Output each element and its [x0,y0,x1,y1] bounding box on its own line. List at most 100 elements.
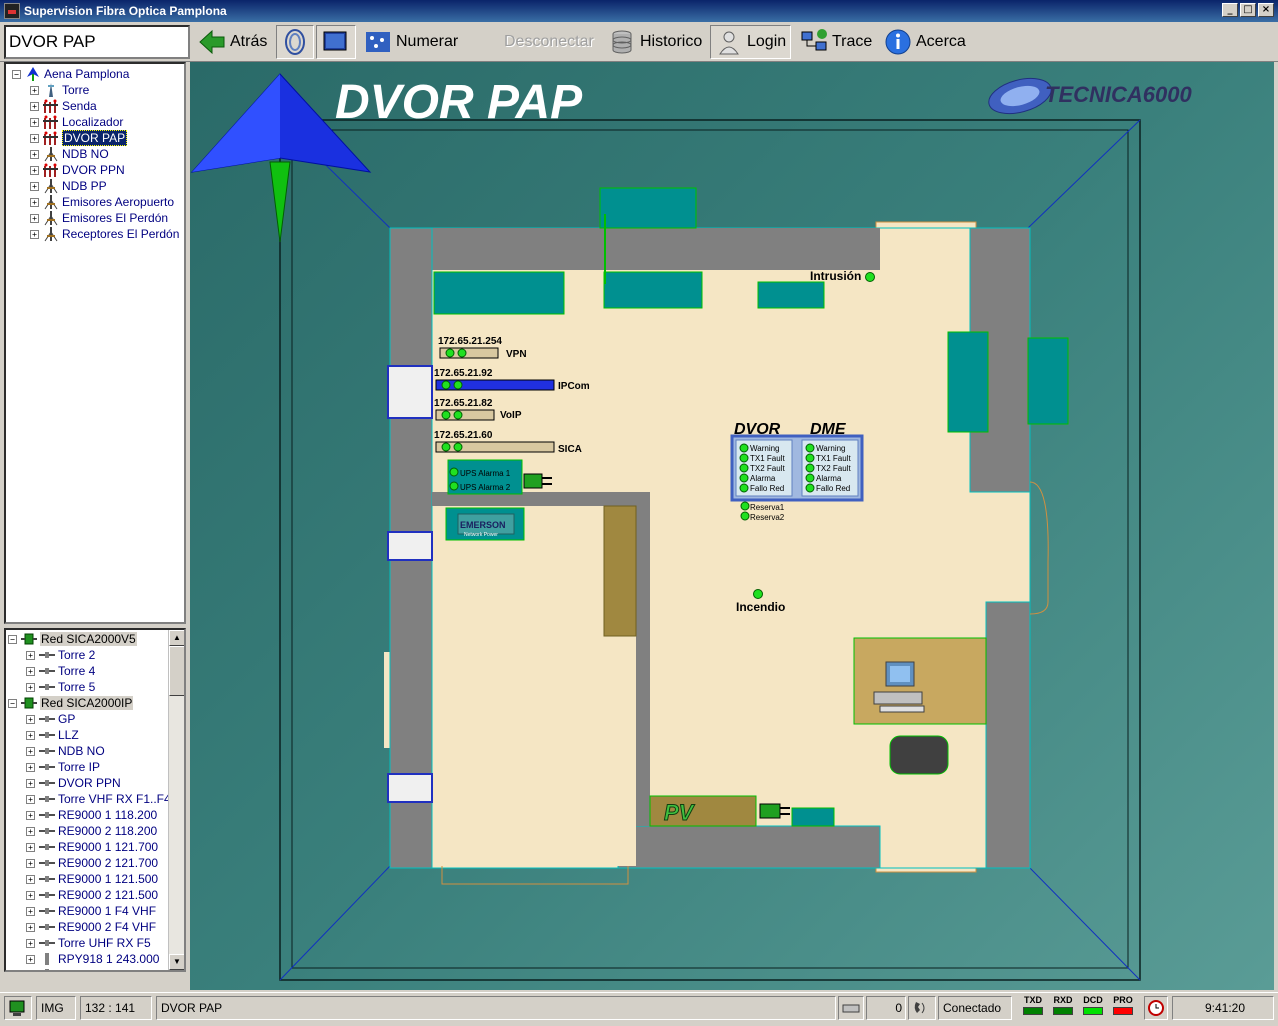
network-icon [21,697,37,709]
expand-icon[interactable]: + [30,229,39,239]
network-node[interactable]: + RE9000 2 121.500 [26,887,158,903]
expand-icon[interactable]: + [26,858,35,868]
expand-icon[interactable]: + [30,133,39,143]
expand-icon[interactable]: + [26,794,35,804]
expand-icon[interactable]: + [26,954,35,964]
network-node[interactable]: + RE9000 2 118.200 [26,823,157,839]
expand-icon[interactable]: + [26,730,35,740]
expand-icon[interactable]: + [30,117,39,127]
network-node[interactable]: + RE9000 1 121.700 [26,839,158,855]
reserva-1: Reserva1 [750,503,785,512]
login-button[interactable]: Login [710,25,792,59]
trace-button[interactable]: Trace [796,25,876,59]
acerca-button[interactable]: Acerca [880,25,970,59]
expand-icon[interactable]: + [30,181,39,191]
numerar-button[interactable]: Numerar [360,25,462,59]
expand-icon[interactable]: + [30,101,39,111]
intrusion-led[interactable] [865,272,875,282]
network-node[interactable]: + RE9000 2 F4 VHF [26,919,156,935]
link-node-icon [39,764,55,770]
location-field[interactable]: DVOR PAP [4,25,190,59]
tree-item[interactable]: + DVOR PAP [30,130,128,146]
expand-icon[interactable]: + [26,874,35,884]
expand-icon[interactable]: + [30,149,39,159]
database-icon [612,30,632,54]
expand-icon[interactable]: + [26,714,35,724]
expand-icon[interactable]: + [26,810,35,820]
network-node[interactable]: + Torre 5 [26,679,95,695]
trace-label: Trace [832,33,873,50]
scroll-thumb[interactable] [169,646,184,696]
tree-item[interactable]: + Emisores Aeropuerto [30,194,174,210]
tree-item[interactable]: + NDB PP [30,178,107,194]
tree-root[interactable]: − Aena Pamplona [12,66,129,82]
expand-icon[interactable]: + [30,165,39,175]
window-title: Supervision Fibra Optica Pamplona [24,4,227,18]
network-node[interactable]: + LLZ [26,727,79,743]
network-node[interactable]: + Torre VHF RX F1..F4 [26,791,171,807]
expand-icon[interactable]: + [26,778,35,788]
tree-item[interactable]: + Senda [30,98,97,114]
network-tree-scrollbar[interactable]: ▲ ▼ [168,630,184,970]
link-button[interactable] [276,25,314,59]
network-node[interactable]: + NDB NO [26,743,105,759]
expand-icon[interactable]: + [26,826,35,836]
expand-icon[interactable]: + [26,682,35,692]
network-node[interactable]: + RE9000 1 118.200 [26,807,157,823]
incendio-led[interactable] [753,589,763,599]
network-node[interactable]: + RPY918 1 243.000 [26,951,159,967]
close-button[interactable]: × [1258,3,1274,17]
expand-icon[interactable]: + [26,906,35,916]
expand-icon[interactable]: + [30,85,39,95]
network-node-label: RE9000 2 121.500 [58,888,159,902]
expand-icon[interactable]: + [26,746,35,756]
collapse-icon[interactable]: − [8,698,17,708]
network-map-icon [366,32,390,52]
expand-icon[interactable]: + [30,213,39,223]
network-node[interactable]: + Torre IP [26,759,100,775]
expand-icon[interactable]: + [30,197,39,207]
desconectar-button[interactable]: Desconectar [500,25,598,59]
network-node[interactable]: + Torre 2 [26,647,95,663]
network-node[interactable]: + RE9000 1 121.500 [26,871,158,887]
network-node[interactable]: + RPY918 2 243.000 [26,967,159,973]
network-node[interactable]: + RE9000 2 121.700 [26,855,158,871]
minimize-button[interactable]: _ [1222,3,1238,17]
network-node[interactable]: + GP [26,711,75,727]
network-group[interactable]: − Red SICA2000IP [8,695,134,711]
historico-button[interactable]: Historico [604,25,706,59]
expand-icon[interactable]: + [26,842,35,852]
reserva-2: Reserva2 [750,513,785,522]
expand-icon[interactable]: + [26,650,35,660]
collapse-icon[interactable]: − [12,69,21,79]
dme-alarm-panel[interactable]: WarningTX1 FaultTX2 FaultAlarmaFallo Red [801,439,859,497]
network-node[interactable]: + RE9000 1 F4 VHF [26,903,156,919]
drive-icon [842,1004,860,1013]
dvor-alarm-panel[interactable]: WarningTX1 FaultTX2 FaultAlarmaFallo Red [735,439,793,497]
emerson-unit[interactable]: EMERSON Network Power [445,507,525,541]
back-button[interactable]: Atrás [194,25,271,59]
maximize-button[interactable]: □ [1240,3,1256,17]
expand-icon[interactable]: + [26,762,35,772]
network-node[interactable]: + Torre UHF RX F5 [26,935,151,951]
scroll-up-icon[interactable]: ▲ [169,630,184,646]
expand-icon[interactable]: + [26,938,35,948]
scroll-down-icon[interactable]: ▼ [169,954,184,970]
network-node[interactable]: + DVOR PPN [26,775,121,791]
tree-item[interactable]: + Emisores El Perdón [30,210,168,226]
expand-icon[interactable]: + [26,922,35,932]
collapse-icon[interactable]: − [8,634,17,644]
tree-item[interactable]: + DVOR PPN [30,162,125,178]
network-node[interactable]: + Torre 4 [26,663,95,679]
device-name: SICA [558,444,582,455]
expand-icon[interactable]: + [26,890,35,900]
expand-icon[interactable]: + [26,666,35,676]
tree-item[interactable]: + NDB NO [30,146,109,162]
screen-button[interactable] [316,25,356,59]
network-node-label: Torre 5 [58,680,96,694]
tree-item[interactable]: + Torre [30,82,89,98]
network-group[interactable]: − Red SICA2000V5 [8,631,137,647]
tree-item[interactable]: + Localizador [30,114,123,130]
tree-item[interactable]: + Receptores El Perdón [30,226,179,242]
expand-icon[interactable]: + [26,971,35,973]
